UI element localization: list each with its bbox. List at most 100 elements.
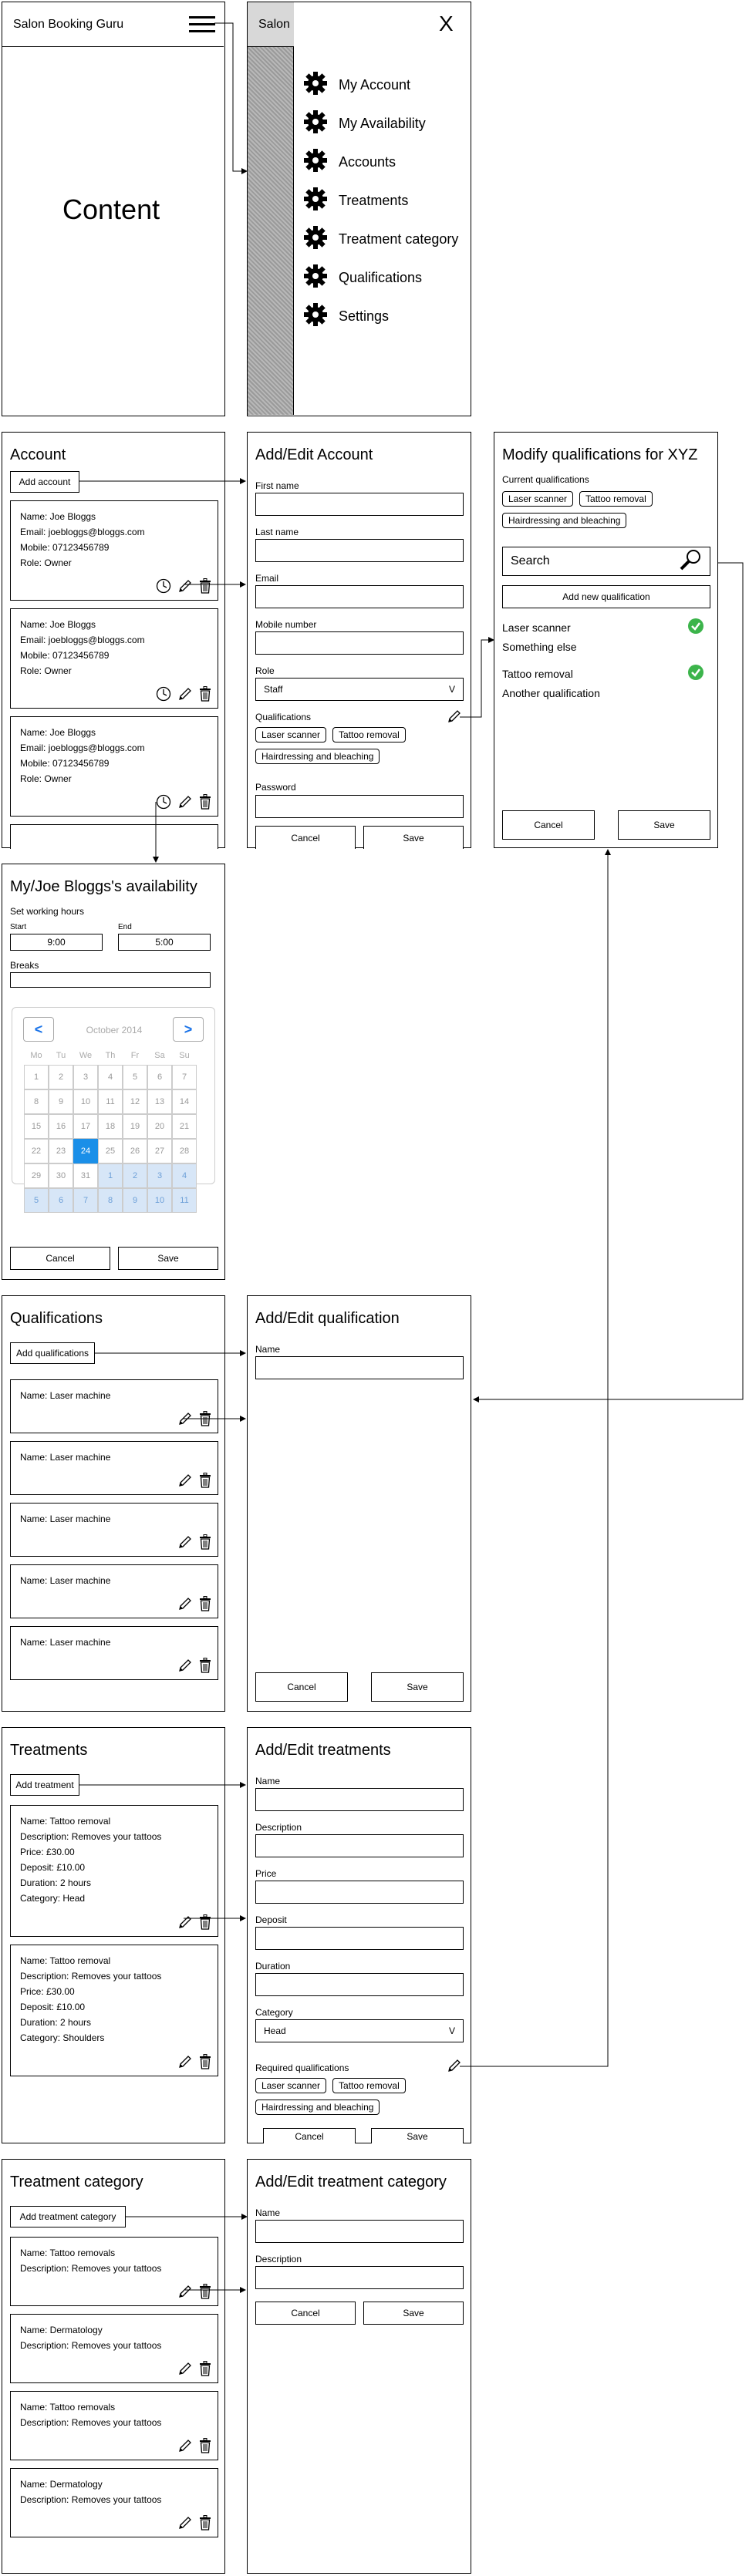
calendar-day[interactable]: 13 (147, 1089, 172, 1114)
save-button[interactable]: Save (618, 810, 710, 840)
search-input[interactable]: Search (502, 547, 710, 576)
calendar-day[interactable]: 12 (123, 1089, 147, 1114)
pencil-icon[interactable] (177, 2438, 193, 2453)
pencil-icon[interactable] (177, 2515, 193, 2531)
calendar-day[interactable]: 7 (172, 1065, 197, 1089)
trash-icon[interactable] (199, 1658, 211, 1673)
save-button[interactable]: Save (363, 826, 464, 849)
calendar-day[interactable]: 19 (123, 1114, 147, 1139)
cancel-button[interactable]: Cancel (255, 2302, 356, 2325)
menu-item[interactable]: Treatments (303, 187, 408, 215)
add-qualification-button[interactable]: Add qualifications (10, 1342, 95, 1364)
calendar-day[interactable]: 7 (73, 1188, 98, 1213)
trash-icon[interactable] (199, 1411, 211, 1426)
trash-icon[interactable] (199, 1473, 211, 1488)
mobile-field[interactable] (255, 631, 464, 655)
calendar-day[interactable]: 23 (49, 1139, 73, 1163)
qualification-result[interactable]: Another qualification (502, 687, 704, 699)
calendar-day[interactable]: 17 (73, 1114, 98, 1139)
calendar-day[interactable]: 25 (98, 1139, 123, 1163)
calendar-day[interactable]: 31 (73, 1163, 98, 1188)
qualification-result[interactable]: Tattoo removal (502, 664, 704, 683)
calendar-day[interactable]: 9 (123, 1188, 147, 1213)
calendar-day[interactable]: 22 (24, 1139, 49, 1163)
cancel-button[interactable]: Cancel (255, 826, 356, 849)
name-field[interactable] (255, 2220, 464, 2243)
price-field[interactable] (255, 1881, 464, 1904)
calendar-day[interactable]: 11 (98, 1089, 123, 1114)
pencil-icon[interactable] (177, 578, 193, 594)
add-treatment-category-button[interactable]: Add treatment category (10, 2206, 126, 2227)
trash-icon[interactable] (199, 2515, 211, 2531)
calendar-day[interactable]: 10 (73, 1089, 98, 1114)
first-name-field[interactable] (255, 493, 464, 516)
calendar-day[interactable]: 8 (24, 1089, 49, 1114)
trash-icon[interactable] (199, 2284, 211, 2299)
calendar-day[interactable]: 3 (147, 1163, 172, 1188)
pencil-icon[interactable] (177, 1658, 193, 1673)
calendar-day[interactable]: 14 (172, 1089, 197, 1114)
clock-icon[interactable] (156, 578, 171, 594)
qualification-result[interactable]: Something else (502, 641, 704, 653)
cancel-button[interactable]: Cancel (502, 810, 595, 840)
prev-month-button[interactable]: < (23, 1017, 54, 1042)
menu-item[interactable]: My Availability (303, 109, 426, 138)
calendar-day[interactable]: 20 (147, 1114, 172, 1139)
qualification-result[interactable]: Laser scanner (502, 618, 704, 637)
calendar-day[interactable]: 28 (172, 1139, 197, 1163)
calendar-day[interactable]: 8 (98, 1188, 123, 1213)
calendar-day[interactable]: 3 (73, 1065, 98, 1089)
trash-icon[interactable] (199, 2438, 211, 2453)
calendar-day[interactable]: 24 (73, 1139, 98, 1163)
save-button[interactable]: Save (118, 1247, 218, 1270)
clock-icon[interactable] (156, 794, 171, 810)
pencil-icon[interactable] (177, 1411, 193, 1426)
menu-item[interactable]: Qualifications (303, 264, 422, 292)
hamburger-icon[interactable] (189, 15, 215, 35)
calendar-day[interactable]: 11 (172, 1188, 197, 1213)
calendar-day[interactable]: 5 (24, 1188, 49, 1213)
clock-icon[interactable] (156, 686, 171, 702)
pencil-icon[interactable] (177, 794, 193, 810)
trash-icon[interactable] (199, 686, 211, 702)
calendar-day[interactable]: 16 (49, 1114, 73, 1139)
trash-icon[interactable] (199, 1534, 211, 1550)
cancel-button[interactable]: Cancel (263, 2128, 356, 2143)
calendar-day[interactable]: 5 (123, 1065, 147, 1089)
trash-icon[interactable] (199, 578, 211, 594)
calendar-day[interactable]: 9 (49, 1089, 73, 1114)
trash-icon[interactable] (199, 2054, 211, 2069)
calendar-day[interactable]: 30 (49, 1163, 73, 1188)
breaks-field[interactable] (10, 972, 211, 988)
calendar-day[interactable]: 6 (49, 1188, 73, 1213)
next-month-button[interactable]: > (173, 1017, 204, 1042)
cancel-button[interactable]: Cancel (10, 1247, 110, 1270)
pencil-icon[interactable] (177, 686, 193, 702)
calendar-day[interactable]: 2 (49, 1065, 73, 1089)
trash-icon[interactable] (199, 2361, 211, 2376)
add-account-button[interactable]: Add account (10, 471, 79, 493)
calendar-day[interactable]: 4 (98, 1065, 123, 1089)
trash-icon[interactable] (199, 794, 211, 810)
trash-icon[interactable] (199, 1914, 211, 1930)
edit-qualifications-icon[interactable] (447, 2058, 462, 2077)
calendar-day[interactable]: 29 (24, 1163, 49, 1188)
pencil-icon[interactable] (177, 1914, 193, 1930)
last-name-field[interactable] (255, 539, 464, 562)
pencil-icon[interactable] (177, 1534, 193, 1550)
save-button[interactable]: Save (363, 2302, 464, 2325)
save-button[interactable]: Save (371, 1672, 464, 1702)
pencil-icon[interactable] (177, 2054, 193, 2069)
close-icon[interactable]: X (439, 12, 454, 36)
role-select[interactable]: Staff V (255, 678, 464, 701)
name-field[interactable] (255, 1788, 464, 1811)
end-time-field[interactable]: 5:00 (118, 934, 211, 951)
calendar-day[interactable]: 2 (123, 1163, 147, 1188)
trash-icon[interactable] (199, 1596, 211, 1611)
calendar-day[interactable]: 6 (147, 1065, 172, 1089)
name-field[interactable] (255, 1356, 464, 1379)
start-time-field[interactable]: 9:00 (10, 934, 103, 951)
calendar-day[interactable]: 26 (123, 1139, 147, 1163)
menu-item[interactable]: Settings (303, 302, 389, 331)
add-treatment-button[interactable]: Add treatment (10, 1774, 79, 1796)
